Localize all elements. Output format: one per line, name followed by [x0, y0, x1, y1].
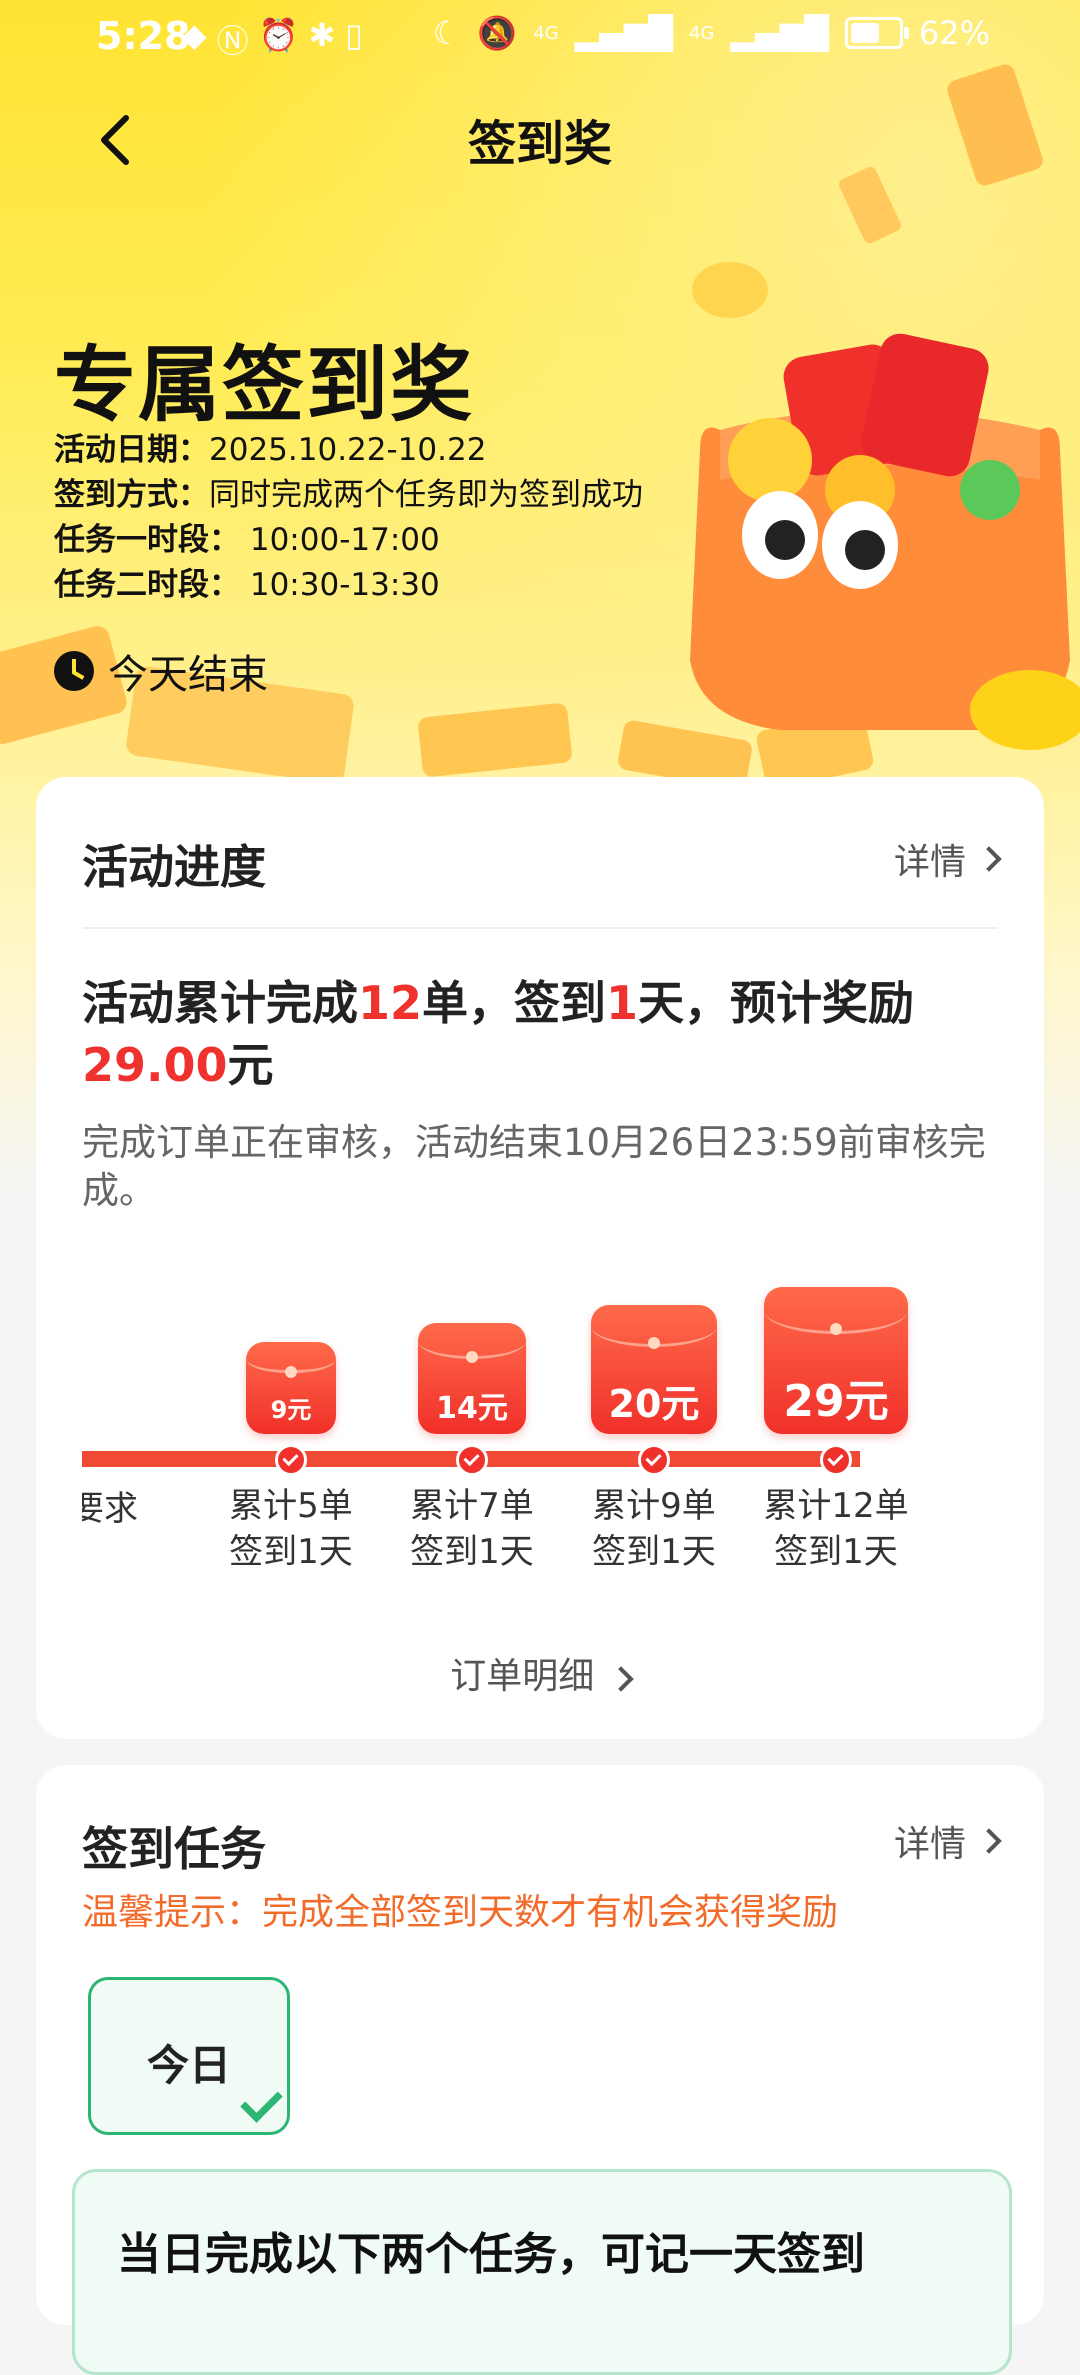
day-tab-label: 今日 [146, 2041, 231, 2090]
activity-progress-card: 活动进度 详情 活动累计完成12单，签到1天，预计奖励 29.00元 完成订单正在… [36, 777, 1044, 1739]
milestone-check-icon [638, 1444, 670, 1476]
signal-1-icon: ▂▄▆█ [574, 14, 674, 52]
milestone-check-icon [456, 1444, 488, 1476]
summary-text: 单，签到 [422, 976, 607, 1030]
countdown: 今天结束 [54, 642, 268, 700]
milestone-days: 签到1天 [410, 1532, 534, 1572]
info-row-task2: 任务二时段： 10:30-13:30 [54, 563, 643, 608]
info-label: 任务一时段： [54, 522, 240, 558]
summary-unit: 元 [227, 1038, 274, 1092]
task-requirement-box: 当日完成以下两个任务，可记一天签到 [72, 2169, 1012, 2375]
detail-label: 详情 [893, 1824, 966, 1865]
mute-icon: 🔕 [477, 14, 518, 52]
info-value: 2025.10.22-10.22 [209, 432, 487, 468]
tasks-detail-link[interactable]: 详情 [893, 1815, 1002, 1867]
progress-card-title: 活动进度 [82, 840, 266, 894]
summary-orders: 12 [358, 976, 423, 1030]
milestone-orders: 累计7单 [410, 1486, 534, 1526]
info-label: 任务二时段： [54, 567, 240, 603]
status-left-icons: ◆ Ⓝ ⏰ ✱ ▯ [182, 16, 363, 62]
summary-text: 天，预计奖励 [638, 976, 915, 1030]
reward-amount: 20元 [608, 1382, 700, 1426]
task-requirement-text: 当日完成以下两个任务，可记一天签到 [117, 2229, 865, 2280]
signal-label-2: 4G [689, 22, 715, 44]
reward-envelope: 14元 [418, 1323, 526, 1434]
battery-icon [844, 17, 909, 49]
battery-percent: 62% [918, 14, 990, 52]
status-bar: 5:28 ◆ Ⓝ ⏰ ✱ ▯ ☾ 🔕 4G ▂▄▆█ 4G ▂▄▆█ 62% [0, 0, 1080, 72]
progress-detail-link[interactable]: 详情 [893, 833, 1002, 885]
milestone-check-icon [275, 1444, 307, 1476]
milestone-label: 累计9单 签到1天 [564, 1483, 744, 1575]
milestone-label: 累计12单 签到1天 [746, 1483, 926, 1575]
info-label: 活动日期： [54, 432, 209, 468]
milestone-days: 签到1天 [592, 1532, 716, 1572]
bluetooth-icon: ✱ [308, 16, 336, 54]
checkin-tasks-card: 签到任务 详情 温馨提示：完成全部签到天数才有机会获得奖励 今日 当日完成以下两… [36, 1765, 1044, 2375]
milestone-days: 签到1天 [774, 1532, 898, 1572]
signal-2-icon: ▂▄▆█ [730, 14, 829, 52]
milestone-orders: 累计12单 [763, 1486, 909, 1526]
countdown-text: 今天结束 [108, 652, 268, 698]
moon-icon: ☾ [432, 14, 462, 52]
status-time: 5:28 [96, 14, 191, 58]
info-label: 签到方式： [54, 477, 209, 513]
signal-label-1: 4G [533, 22, 559, 44]
chevron-right-icon [976, 1828, 1002, 1854]
order-details-link[interactable]: 订单明细 [36, 1647, 1044, 1699]
activity-info: 活动日期：2025.10.22-10.22 签到方式：同时完成两个任务即为签到成… [54, 428, 643, 608]
tasks-card-title: 签到任务 [82, 1822, 266, 1876]
summary-text: 活动累计完成 [82, 976, 358, 1030]
page-title: 签到奖 [467, 116, 612, 172]
milestone-days: 签到1天 [229, 1532, 353, 1572]
summary-days: 1 [606, 976, 639, 1030]
chevron-right-icon [976, 846, 1002, 872]
milestone-label-cut: 要求 [70, 1489, 138, 1529]
vibrate-icon: ▯ [345, 16, 363, 54]
info-value: 10:00-17:00 [249, 522, 440, 558]
order-details-label: 订单明细 [450, 1656, 595, 1697]
status-right-icons: ☾ 🔕 4G ▂▄▆█ 4G ▂▄▆█ 62% [433, 14, 990, 52]
reward-envelope: 29元 [764, 1287, 908, 1434]
reward-amount: 14元 [436, 1391, 508, 1426]
milestone-label: 累计7单 签到1天 [382, 1483, 562, 1575]
tip-text: 温馨提示：完成全部签到天数才有机会获得奖励 [82, 1892, 839, 1933]
milestone-orders: 累计9单 [592, 1486, 716, 1526]
info-row-task1: 任务一时段： 10:00-17:00 [54, 518, 643, 563]
info-row-method: 签到方式：同时完成两个任务即为签到成功 [54, 473, 643, 518]
reward-envelope: 9元 [246, 1342, 336, 1434]
divider [82, 927, 998, 929]
hero-title: 专属签到奖 [54, 338, 475, 433]
info-value: 10:30-13:30 [249, 567, 440, 603]
nfc-icon: Ⓝ [216, 22, 249, 60]
mascot-gift-bag-illustration [690, 333, 1080, 750]
info-value: 同时完成两个任务即为签到成功 [209, 477, 643, 513]
clock-icon [54, 651, 94, 691]
alarm-icon: ⏰ [258, 16, 299, 54]
app-notification-icon: ◆ [182, 16, 207, 54]
milestone-orders: 累计5单 [229, 1486, 353, 1526]
reward-envelope: 20元 [591, 1305, 717, 1434]
progress-summary: 活动累计完成12单，签到1天，预计奖励 29.00元 [82, 972, 1002, 1096]
milestone-label: 累计5单 签到1天 [201, 1483, 381, 1575]
reward-amount: 9元 [270, 1396, 312, 1424]
review-note: 完成订单正在审核，活动结束10月26日23:59前审核完成。 [82, 1121, 986, 1212]
summary-reward: 29.00 [82, 1038, 228, 1092]
day-tab-today[interactable]: 今日 [88, 1977, 290, 2135]
detail-label: 详情 [893, 842, 966, 883]
chevron-right-icon [608, 1666, 634, 1692]
milestone-check-icon [820, 1444, 852, 1476]
reward-amount: 29元 [783, 1376, 889, 1427]
info-row-date: 活动日期：2025.10.22-10.22 [54, 428, 643, 473]
